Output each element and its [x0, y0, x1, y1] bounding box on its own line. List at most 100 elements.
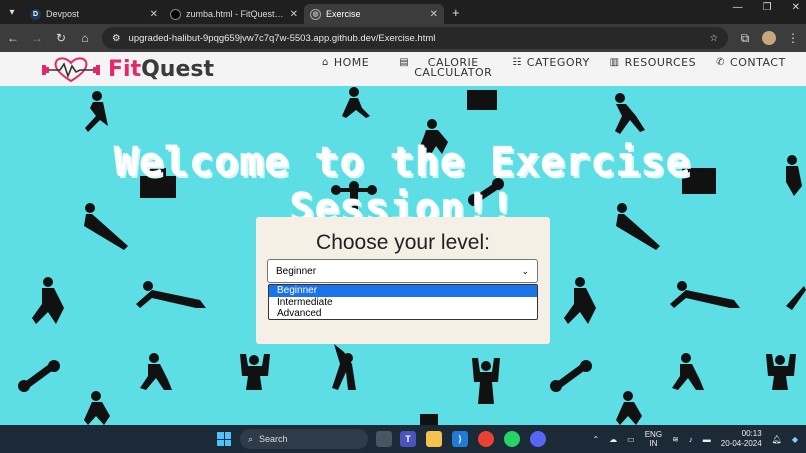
users-icon: ☷ — [512, 57, 522, 68]
kettlebell-silhouette — [467, 90, 497, 110]
site-info-icon[interactable]: ⚙ — [112, 33, 121, 44]
back-icon[interactable]: ← — [6, 31, 20, 45]
chevron-down-icon: ⌄ — [521, 265, 529, 276]
notification-bell-icon[interactable]: 🔔︎ — [772, 435, 782, 444]
clock[interactable]: 00:13 20-04-2024 — [721, 429, 762, 449]
chevron-up-icon[interactable]: ⌃ — [592, 435, 599, 444]
close-icon[interactable]: ✕ — [150, 9, 158, 20]
runner-silhouette — [616, 391, 642, 425]
dumbbell-press-silhouette — [472, 358, 500, 404]
storage-icon[interactable]: ▭ — [627, 435, 635, 444]
language-indicator[interactable]: ENG IN — [645, 430, 662, 448]
volume-icon[interactable]: ♪ — [689, 435, 693, 444]
home-icon: ⌂ — [322, 57, 329, 68]
tab-title: Devpost — [46, 9, 80, 19]
stretch-silhouette — [786, 286, 806, 310]
discord-icon[interactable] — [530, 431, 546, 447]
profile-avatar[interactable] — [762, 31, 776, 45]
hero-section: Welcome to the Exercise Session!! Choose… — [0, 86, 806, 425]
runner-silhouette — [84, 391, 110, 425]
level-select-value: Beginner — [276, 265, 317, 277]
nav-label: CONTACT — [730, 56, 786, 69]
close-window-icon[interactable]: ✕ — [792, 2, 800, 13]
file-explorer-icon[interactable] — [426, 431, 442, 447]
extensions-icon[interactable]: ⧉ — [738, 31, 752, 46]
tab-zumba[interactable]: zumba.html - FitQuest [Codes ✕ — [164, 4, 304, 24]
chrome-icon[interactable] — [478, 431, 494, 447]
nav-resources[interactable]: ▥ RESOURCES — [609, 56, 697, 69]
nav-label: CALORIE CALCULATOR — [414, 56, 493, 79]
nav-menu: ⌂ HOME ▤ CALORIE CALCULATOR ☷ CATEGORY ▥… — [322, 56, 786, 79]
bookmark-star-icon[interactable]: ☆ — [709, 33, 718, 44]
vscode-icon[interactable]: ⟩ — [452, 431, 468, 447]
maximize-icon[interactable]: ❐ — [763, 2, 772, 13]
nav-label: CATEGORY — [526, 56, 590, 69]
whatsapp-icon[interactable] — [504, 431, 520, 447]
tab-title: Exercise — [326, 9, 361, 19]
side-stretch-silhouette — [332, 344, 356, 390]
nav-category[interactable]: ☷ CATEGORY — [512, 56, 590, 69]
dumbbell-press-silhouette — [240, 354, 270, 390]
dumbbell-press-silhouette — [766, 354, 796, 390]
level-option-intermediate[interactable]: Intermediate — [269, 297, 537, 309]
pushup-silhouette — [670, 281, 740, 308]
search-icon: ⌕ — [248, 433, 254, 444]
squat-silhouette — [140, 353, 172, 390]
taskbar-search[interactable]: ⌕ Search — [240, 429, 368, 449]
battery-icon[interactable]: ▬ — [703, 435, 711, 444]
github-icon — [170, 8, 181, 20]
dumbbell-silhouette — [550, 360, 592, 392]
teams-icon[interactable]: T — [400, 431, 416, 447]
close-icon[interactable]: ✕ — [290, 9, 298, 20]
forward-icon[interactable]: → — [30, 31, 44, 45]
level-card-title: Choose your level: — [316, 231, 490, 254]
taskbar-search-label: Search — [259, 434, 288, 444]
lunge-silhouette — [342, 87, 370, 118]
url-text: upgraded-halibut-9pqg659jvw7c7q7w-5503.a… — [128, 32, 436, 44]
task-view-icon[interactable] — [376, 431, 392, 447]
windows-taskbar: ⌕ Search T ⟩ ⌃ ☁ ▭ ENG IN ≋ ♪ ▬ 00:13 20… — [0, 425, 806, 453]
windows-start-icon[interactable] — [217, 432, 231, 446]
nav-label: HOME — [333, 56, 370, 69]
kettlebell-swing-silhouette — [564, 277, 596, 324]
devpost-icon: D — [30, 8, 41, 20]
site-navbar: FitQuest ⌂ HOME ▤ CALORIE CALCULATOR ☷ C… — [0, 52, 806, 86]
close-icon[interactable]: ✕ — [430, 9, 438, 20]
tab-title: zumba.html - FitQuest [Codes — [186, 9, 285, 19]
address-bar: ← → ↻ ⌂ ⚙ upgraded-halibut-9pqg659jvw7c7… — [0, 24, 806, 52]
nav-contact[interactable]: ✆ CONTACT — [716, 56, 786, 69]
squat-silhouette — [672, 353, 704, 390]
pushup-silhouette — [136, 281, 206, 308]
runner-silhouette — [615, 93, 645, 134]
level-option-beginner[interactable]: Beginner — [269, 285, 537, 297]
browser-tabbar: ▾ D Devpost ✕ zumba.html - FitQuest [Cod… — [0, 0, 806, 24]
level-select[interactable]: Beginner ⌄ — [267, 259, 538, 283]
reload-icon[interactable]: ↻ — [54, 31, 68, 45]
tab-devpost[interactable]: D Devpost ✕ — [24, 4, 164, 24]
kettlebell-swing-silhouette — [32, 277, 64, 324]
nav-calorie-calculator[interactable]: ▤ CALORIE CALCULATOR — [399, 56, 493, 79]
new-tab-icon[interactable]: + — [452, 5, 460, 20]
logo-text: FitQuest — [108, 56, 214, 82]
tab-search-icon[interactable]: ▾ — [0, 0, 24, 24]
url-field[interactable]: ⚙ upgraded-halibut-9pqg659jvw7c7q7w-5503… — [102, 27, 728, 49]
book-icon: ▥ — [609, 57, 620, 68]
kettlebell-silhouette — [420, 414, 438, 425]
tab-exercise[interactable]: ◍ Exercise ✕ — [304, 4, 444, 24]
minimize-icon[interactable]: — — [733, 2, 743, 13]
globe-icon: ◍ — [310, 8, 321, 20]
nav-home[interactable]: ⌂ HOME — [322, 56, 370, 69]
wifi-icon[interactable]: ≋ — [672, 435, 679, 444]
home-icon[interactable]: ⌂ — [78, 31, 92, 45]
level-option-advanced[interactable]: Advanced — [269, 308, 537, 320]
nav-label: RESOURCES — [624, 56, 697, 69]
copilot-icon[interactable]: ◆ — [792, 435, 798, 444]
fitquest-logo[interactable]: FitQuest — [40, 55, 214, 83]
menu-icon[interactable]: ⋮ — [786, 31, 800, 45]
level-card: Choose your level: Beginner ⌄ Beginner I… — [256, 217, 550, 344]
phone-icon: ✆ — [716, 57, 726, 68]
cloud-icon[interactable]: ☁ — [609, 435, 617, 444]
runner-silhouette — [85, 91, 108, 132]
heartbeat-dumbbell-icon — [42, 57, 100, 83]
level-dropdown-list: Beginner Intermediate Advanced — [268, 284, 538, 320]
